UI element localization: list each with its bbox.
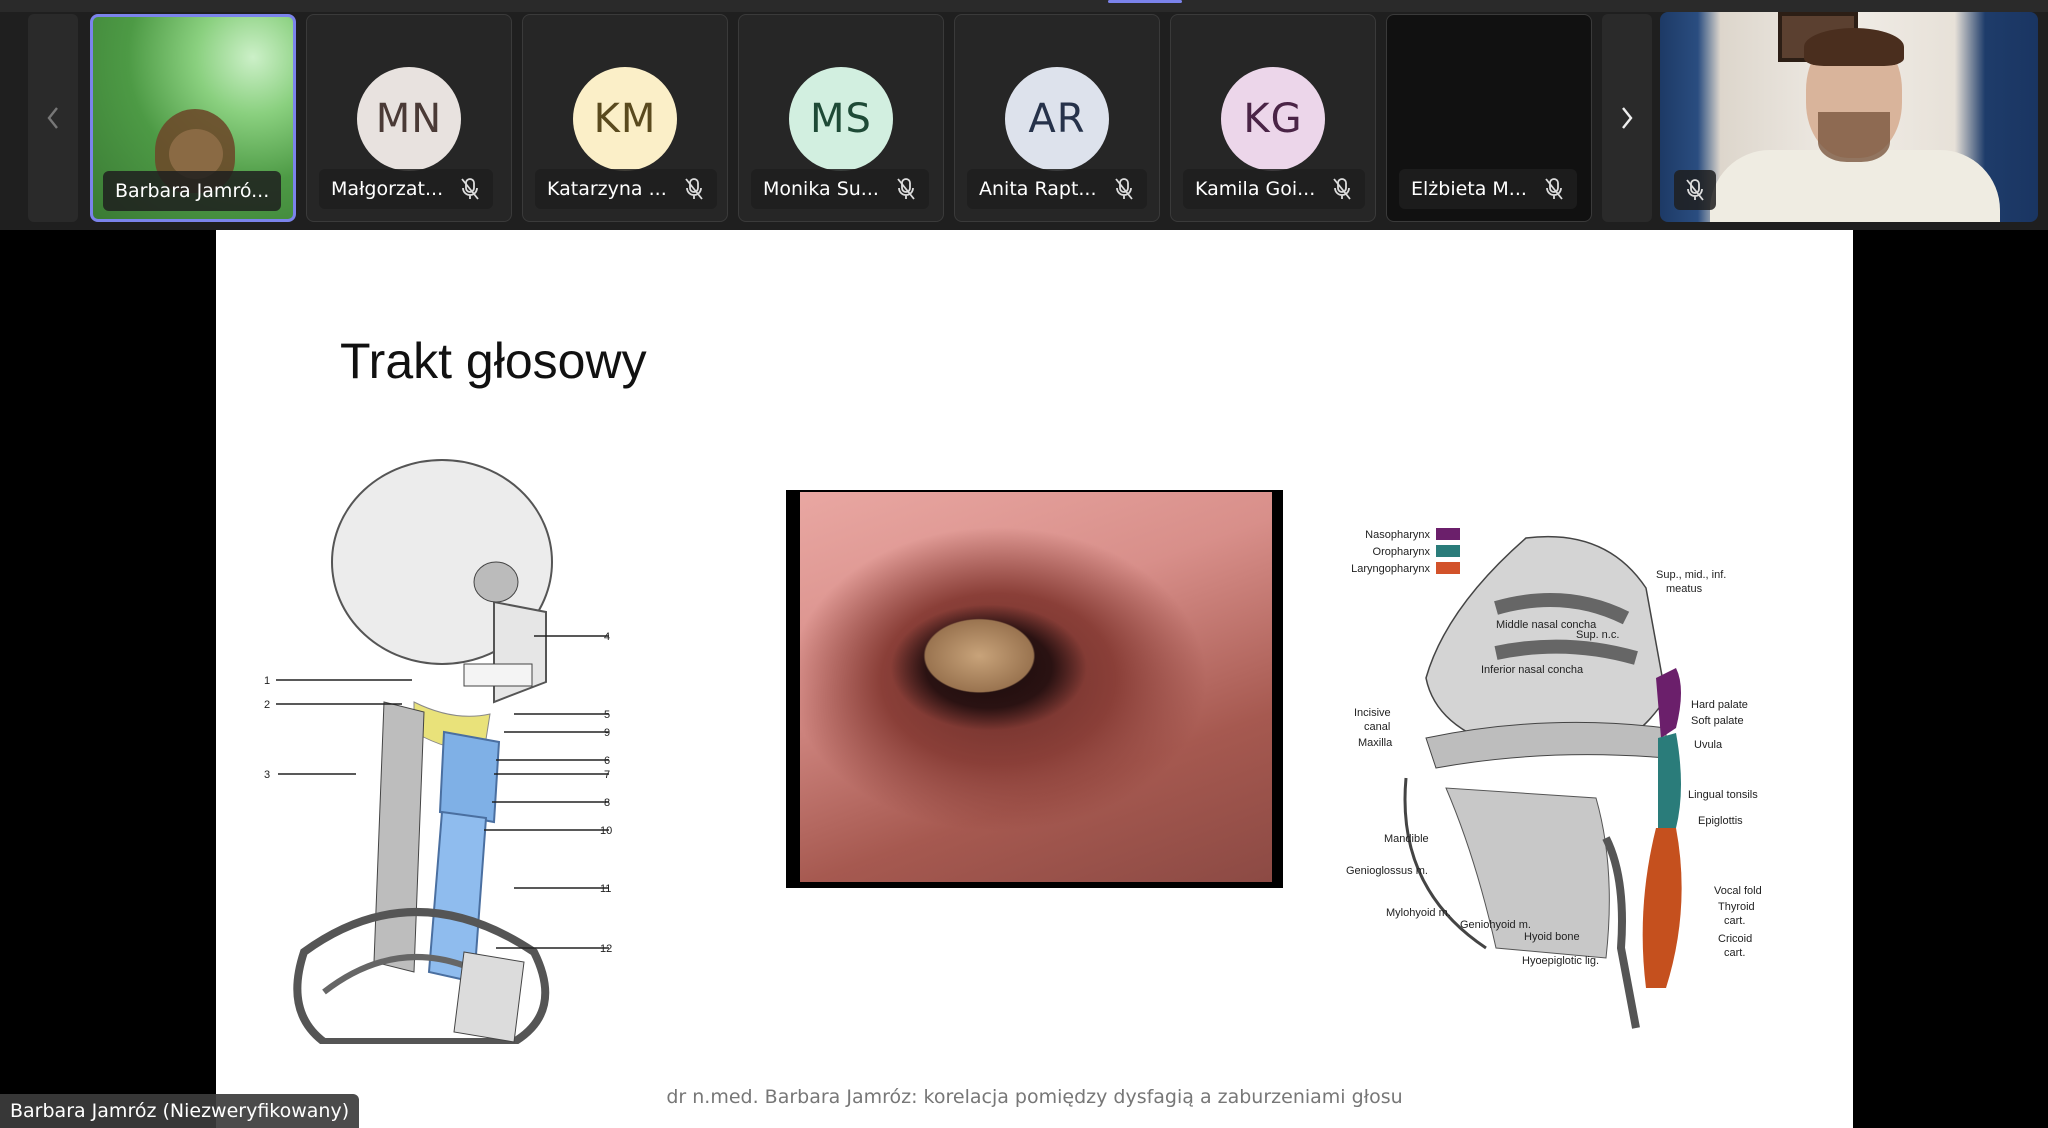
participant-name: Kamila Goi... [1195,178,1316,200]
self-video[interactable] [1660,12,2038,222]
anatomy-label: canal [1364,721,1390,733]
endoscopy-image [786,490,1283,888]
anatomy-label: Thyroid [1718,901,1755,913]
self-video-beard [1818,112,1890,162]
self-mic-toggle[interactable] [1674,170,1716,210]
anatomy-label: Geniohyoid m. [1460,919,1531,931]
chevron-left-icon [47,107,58,129]
anatomy-label: Inferior nasal concha [1481,664,1584,676]
anatomy-label: Lingual tonsils [1688,789,1758,801]
participant-name: Małgorzat... [331,178,444,200]
legend-swatch [1436,545,1460,557]
anatomy-label: cart. [1724,947,1745,959]
participant-name: Barbara Jamró... [115,180,270,202]
slide-title: Trakt głosowy [340,333,647,389]
avatar: KG [1221,67,1325,171]
pharynx-anatomy-illustration: Nasopharynx Oropharynx Laryngopharynx Su… [1346,528,1762,1029]
skeleton-label: 2 [264,699,270,711]
legend-label: Nasopharynx [1365,529,1430,541]
participant-tile-malgorzata[interactable]: MN Małgorzat... [306,14,512,222]
participant-name: Katarzyna ... [547,178,667,200]
skeleton-label: 9 [604,727,610,739]
anatomy-label: Soft palate [1691,715,1744,727]
anatomy-label: Epiglottis [1698,815,1743,827]
participant-tile-katarzyna[interactable]: KM Katarzyna ... [522,14,728,222]
skeleton-label: 3 [264,769,270,781]
participant-name-pill: Elżbieta M... [1399,169,1577,209]
legend-swatch [1436,528,1460,540]
chevron-right-icon [1622,107,1633,129]
endoscopy-image-content [800,492,1272,882]
skeleton-label: 11 [600,883,611,895]
legend-label: Oropharynx [1373,546,1431,558]
anatomy-label: cart. [1724,915,1745,927]
anatomy-label: meatus [1666,583,1703,595]
participant-name-pill: Monika Su... [751,169,929,209]
mic-off-icon [1686,179,1704,201]
slide-footer: dr n.med. Barbara Jamróz: korelacja pomi… [666,1086,1403,1108]
participant-name: Elżbieta M... [1411,178,1527,200]
mic-off-icon [1333,178,1351,200]
skeleton-label: 7 [604,769,610,781]
anatomy-label: Sup., mid., inf. [1656,569,1726,581]
strip-top-bar [0,0,2048,12]
presenter-caption: Barbara Jamróz (Niezweryfikowany) [0,1094,360,1128]
avatar: AR [1005,67,1109,171]
anatomy-label: Genioglossus m. [1346,865,1428,877]
anatomy-label: Uvula [1694,739,1723,751]
participant-tile-anita[interactable]: AR Anita Rapt... [954,14,1160,222]
prev-participants-button[interactable] [28,14,78,222]
anatomy-label: Maxilla [1358,737,1393,749]
mic-off-icon [897,178,915,200]
participant-name: Monika Su... [763,178,879,200]
shared-slide: Trakt głosowy 1 2 3 4 5 9 6 7 8 10 11 12… [216,230,1853,1128]
participant-tile-monika[interactable]: MS Monika Su... [738,14,944,222]
anatomy-label: Incisive [1354,707,1391,719]
mic-off-icon [461,178,479,200]
anatomy-label: Vocal fold [1714,885,1762,897]
anatomy-label: Mylohyoid m. [1386,907,1451,919]
participant-name-pill: Anita Rapt... [967,169,1147,209]
self-video-hair [1804,28,1904,66]
anatomy-label: Mandible [1384,833,1429,845]
skeleton-label: 1 [264,675,270,687]
avatar: MS [789,67,893,171]
mic-off-icon [1114,178,1133,200]
anatomy-label: Cricoid [1718,933,1752,945]
legend-label: Laryngopharynx [1351,563,1430,575]
anatomy-label: Hard palate [1691,699,1748,711]
anatomy-label: Hyoid bone [1524,931,1580,943]
skeleton-label: 12 [600,943,612,955]
skeleton-label: 4 [604,631,610,643]
skeleton-label: 8 [604,797,610,809]
anatomy-label: Hyoepiglotic lig. [1522,955,1599,967]
participant-name: Anita Rapt... [979,178,1097,200]
participant-name-pill: Kamila Goi... [1183,169,1366,209]
mic-off-icon [685,178,703,200]
skeleton-label: 10 [600,825,612,837]
skeleton-illustration: 1 2 3 4 5 9 6 7 8 10 11 12 [264,459,612,1044]
legend-swatch [1436,562,1460,574]
participant-tile-barbara[interactable]: Barbara Jamró... [90,14,296,222]
participant-tile-kamila[interactable]: KG Kamila Goi... [1170,14,1376,222]
anatomy-label: Middle nasal concha [1496,619,1597,631]
participant-tile-elzbieta[interactable]: Elżbieta M... [1386,14,1592,222]
mic-off-icon [1545,178,1563,200]
strip-scroll-indicator[interactable] [1108,0,1182,3]
skeleton-label: 5 [604,709,610,721]
avatar: KM [573,67,677,171]
participant-name-pill: Barbara Jamró... [103,171,282,211]
participant-strip: Barbara Jamró... MN Małgorzat... KM Kata… [0,0,2048,230]
skeleton-label: 6 [604,755,610,767]
next-participants-button[interactable] [1602,14,1652,222]
participant-name-pill: Małgorzat... [319,169,494,209]
participant-name-pill: Katarzyna ... [535,169,717,209]
avatar: MN [357,67,461,171]
